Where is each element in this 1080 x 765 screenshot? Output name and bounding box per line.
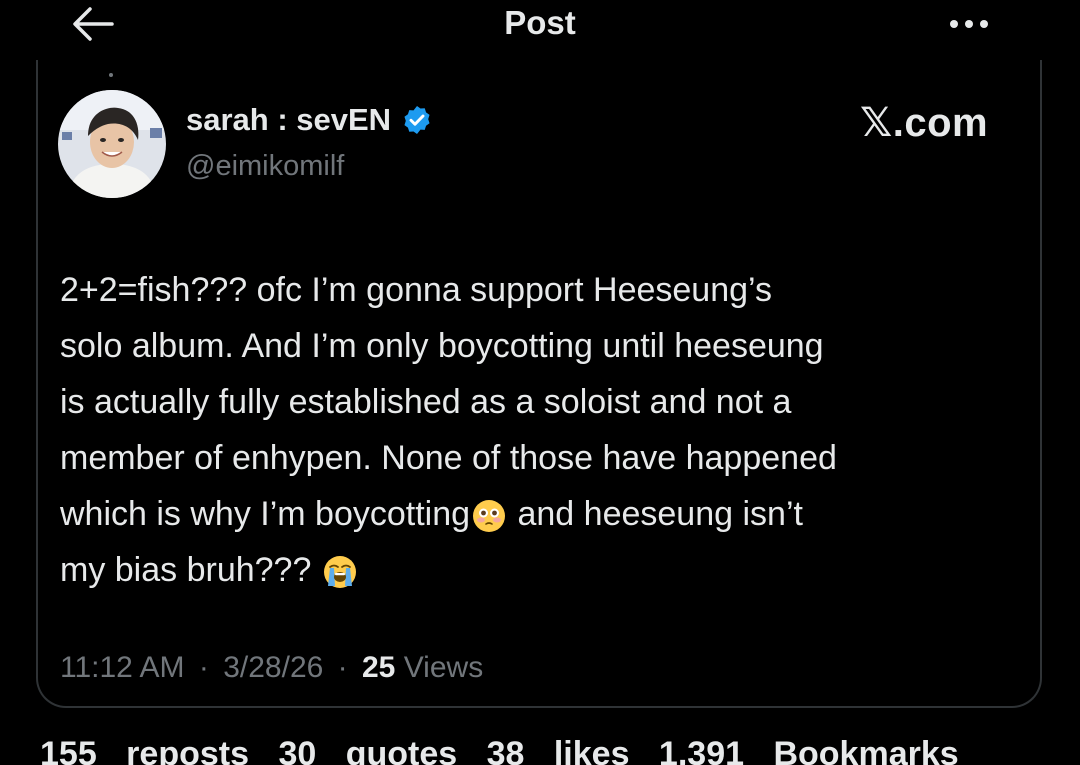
post-line-2: solo album. And I’m only boycotting unti… [60,327,824,365]
top-bar: Post [0,0,1080,56]
loudly-crying-face-emoji-icon [323,555,357,589]
post-line-5: which is why I’m boycotting and heeseung… [60,486,1020,542]
post-line-6: my bias bruh??? [60,542,1020,598]
flushed-face-emoji-icon [472,499,506,533]
author-name-row: sarah : sevEN [186,102,433,138]
views-count[interactable]: 25 [362,651,395,684]
more-options-button[interactable] [944,8,994,40]
post-time[interactable]: 11:12 AM [60,651,185,684]
verified-badge-icon[interactable] [401,104,433,136]
post-line-5-end: and heeseung isn’t [508,495,803,533]
author-display-name[interactable]: sarah : sevEN [186,102,391,138]
avatar[interactable] [58,90,166,198]
post-text: 2+2=fish??? ofc I’m gonna support Heeseu… [60,262,1020,598]
views-label: Views [395,651,484,684]
post-line-3: is actually fully established as a soloi… [60,383,792,421]
x-logo-watermark: 𝕏.com [860,101,989,145]
post-line-1: 2+2=fish??? ofc I’m gonna support Heeseu… [60,271,772,309]
page-title: Post [504,4,576,41]
post-date[interactable]: 3/28/26 [223,651,323,684]
meta-separator: · [198,651,209,684]
post-line-6-text: my bias bruh??? [60,551,321,589]
avatar-photo-icon [58,90,166,198]
meta-separator: · [337,651,348,684]
post-meta: 11:12 AM · 3/28/26 · 25 Views [60,651,483,685]
post-line-5-start: which is why I’m boycotting [60,495,471,533]
engagement-stats-row: 155 reposts 30 quotes 38 likes 1,391 Boo… [40,735,959,765]
author-handle[interactable]: @eimikomilf [186,150,344,183]
more-dots-icon [944,20,994,44]
post-line-4: member of enhypen. None of those have ha… [60,439,837,477]
